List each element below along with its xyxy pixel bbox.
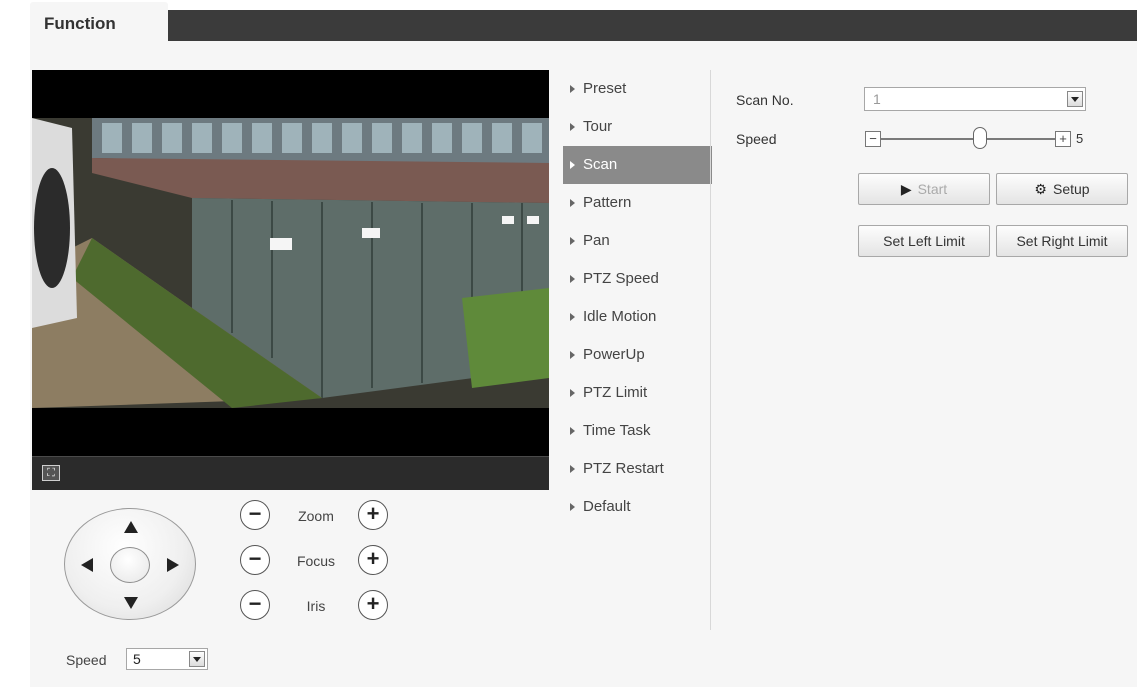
fullscreen-icon[interactable]: ⛶ — [42, 465, 60, 481]
zoom-minus-button[interactable]: − — [240, 500, 270, 530]
chevron-down-icon[interactable] — [189, 651, 205, 667]
menu-item-ptz-restart[interactable]: PTZ Restart — [563, 450, 712, 488]
start-button[interactable]: ▶ Start — [858, 173, 990, 205]
gear-icon: ⚙ — [1034, 181, 1047, 197]
video-toolbar: ⛶ — [32, 456, 549, 490]
chevron-down-icon[interactable] — [1067, 91, 1083, 107]
setup-label: Setup — [1052, 181, 1090, 197]
arrow-left-icon[interactable] — [81, 558, 93, 572]
ptz-direction-pad[interactable] — [64, 508, 196, 620]
ptz-speed-label: Speed — [66, 652, 107, 668]
ptz-speed-select[interactable]: 5 — [126, 648, 208, 670]
zoom-plus-button[interactable]: + — [358, 500, 388, 530]
iris-minus-button[interactable]: − — [240, 590, 270, 620]
camera-image — [32, 118, 549, 408]
menu-item-ptz-limit[interactable]: PTZ Limit — [563, 374, 712, 412]
menu-item-tour[interactable]: Tour — [563, 108, 712, 146]
ptz-speed-value: 5 — [133, 651, 141, 667]
speed-slider-handle[interactable] — [973, 127, 987, 149]
function-menu: Preset Tour Scan Pattern Pan PTZ Speed I… — [563, 70, 712, 526]
set-right-limit-button[interactable]: Set Right Limit — [996, 225, 1128, 257]
speed-decrease-button[interactable]: − — [865, 131, 881, 147]
menu-item-pattern[interactable]: Pattern — [563, 184, 712, 222]
arrow-down-icon[interactable] — [124, 597, 138, 609]
speed-slider-track[interactable] — [881, 138, 1055, 140]
play-icon: ▶ — [900, 181, 912, 197]
iris-control: − Iris + — [240, 590, 400, 622]
tab-function-label: Function — [44, 14, 116, 33]
focus-minus-button[interactable]: − — [240, 545, 270, 575]
menu-item-scan[interactable]: Scan — [563, 146, 712, 184]
focus-control: − Focus + — [240, 545, 400, 577]
zoom-label: Zoom — [298, 508, 334, 524]
speed-slider-value: 5 — [1076, 131, 1084, 146]
panel-divider — [710, 70, 711, 630]
zoom-control: − Zoom + — [240, 500, 400, 532]
focus-plus-button[interactable]: + — [358, 545, 388, 575]
arrow-up-icon[interactable] — [124, 521, 138, 533]
set-left-limit-button[interactable]: Set Left Limit — [858, 225, 990, 257]
tab-function[interactable]: Function — [30, 2, 168, 42]
speed-increase-button[interactable]: + — [1055, 131, 1071, 147]
video-preview: ⛶ — [32, 70, 549, 490]
setup-button[interactable]: ⚙ Setup — [996, 173, 1128, 205]
menu-item-default[interactable]: Default — [563, 488, 712, 526]
menu-item-ptz-speed[interactable]: PTZ Speed — [563, 260, 712, 298]
ptz-center-button[interactable] — [110, 547, 150, 583]
menu-item-preset[interactable]: Preset — [563, 70, 712, 108]
scan-no-select[interactable]: 1 — [864, 87, 1086, 111]
start-label: Start — [917, 181, 948, 197]
scan-no-label: Scan No. — [736, 92, 794, 108]
scan-no-value: 1 — [873, 91, 881, 107]
arrow-right-icon[interactable] — [167, 558, 179, 572]
menu-item-idle-motion[interactable]: Idle Motion — [563, 298, 712, 336]
scan-speed-label: Speed — [736, 131, 777, 147]
top-bar — [30, 10, 1137, 41]
menu-item-powerup[interactable]: PowerUp — [563, 336, 712, 374]
iris-plus-button[interactable]: + — [358, 590, 388, 620]
menu-item-pan[interactable]: Pan — [563, 222, 712, 260]
focus-label: Focus — [296, 553, 336, 569]
menu-item-time-task[interactable]: Time Task — [563, 412, 712, 450]
iris-label: Iris — [306, 598, 326, 614]
